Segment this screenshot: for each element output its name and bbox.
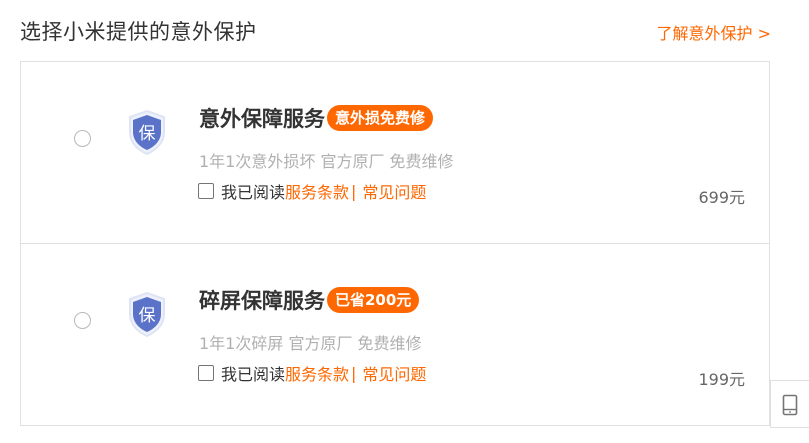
learn-more-link[interactable]: 了解意外保护 > <box>657 20 772 44</box>
shield-icon-label: 保 <box>139 306 156 326</box>
link-separator: | <box>351 181 357 201</box>
service-title: 意外保障服务 <box>199 107 325 131</box>
service-terms-link[interactable]: 服务条款 <box>285 179 349 203</box>
promo-badge: 意外损免费修 <box>327 105 434 131</box>
title-row: 意外保障服务 意外损免费修 <box>199 102 434 134</box>
agree-checkbox[interactable] <box>198 365 214 381</box>
tablet-icon <box>782 394 798 416</box>
shield-icon: 保 <box>125 290 169 338</box>
faq-link[interactable]: 常见问题 <box>362 361 426 385</box>
service-description: 1年1次碎屏 官方原厂 免费维修 <box>199 334 422 353</box>
shield-icon-label: 保 <box>139 124 156 144</box>
link-separator: | <box>351 363 357 383</box>
section-header: 选择小米提供的意外保护 了解意外保护 > <box>20 14 771 50</box>
select-radio[interactable] <box>74 130 91 147</box>
page-title: 选择小米提供的意外保护 <box>20 20 257 44</box>
select-radio[interactable] <box>74 312 91 329</box>
faq-link[interactable]: 常见问题 <box>362 179 426 203</box>
service-description: 1年1次意外损坏 官方原厂 免费维修 <box>199 152 454 171</box>
service-title: 碎屏保障服务 <box>199 289 325 313</box>
price: 699元 <box>698 188 745 207</box>
promo-badge: 已省200元 <box>327 287 420 313</box>
terms-prefix: 我已阅读 <box>221 365 286 384</box>
terms-prefix: 我已阅读 <box>221 183 286 202</box>
service-terms-link[interactable]: 服务条款 <box>285 361 349 385</box>
protection-card-accident[interactable]: 保 意外保障服务 意外损免费修 1年1次意外损坏 官方原厂 免费维修 我已阅读 … <box>21 62 769 244</box>
title-row: 碎屏保障服务 已省200元 <box>199 284 420 316</box>
shield-icon: 保 <box>125 108 169 156</box>
terms-row: 我已阅读 服务条款 | 常见问题 <box>198 180 426 202</box>
terms-row: 我已阅读 服务条款 | 常见问题 <box>198 362 426 384</box>
protection-options: 保 意外保障服务 意外损免费修 1年1次意外损坏 官方原厂 免费维修 我已阅读 … <box>20 61 770 426</box>
protection-card-screen[interactable]: 保 碎屏保障服务 已省200元 1年1次碎屏 官方原厂 免费维修 我已阅读 服务… <box>21 244 769 426</box>
side-float-button[interactable] <box>770 380 809 428</box>
price: 199元 <box>698 370 745 389</box>
agree-checkbox[interactable] <box>198 183 214 199</box>
